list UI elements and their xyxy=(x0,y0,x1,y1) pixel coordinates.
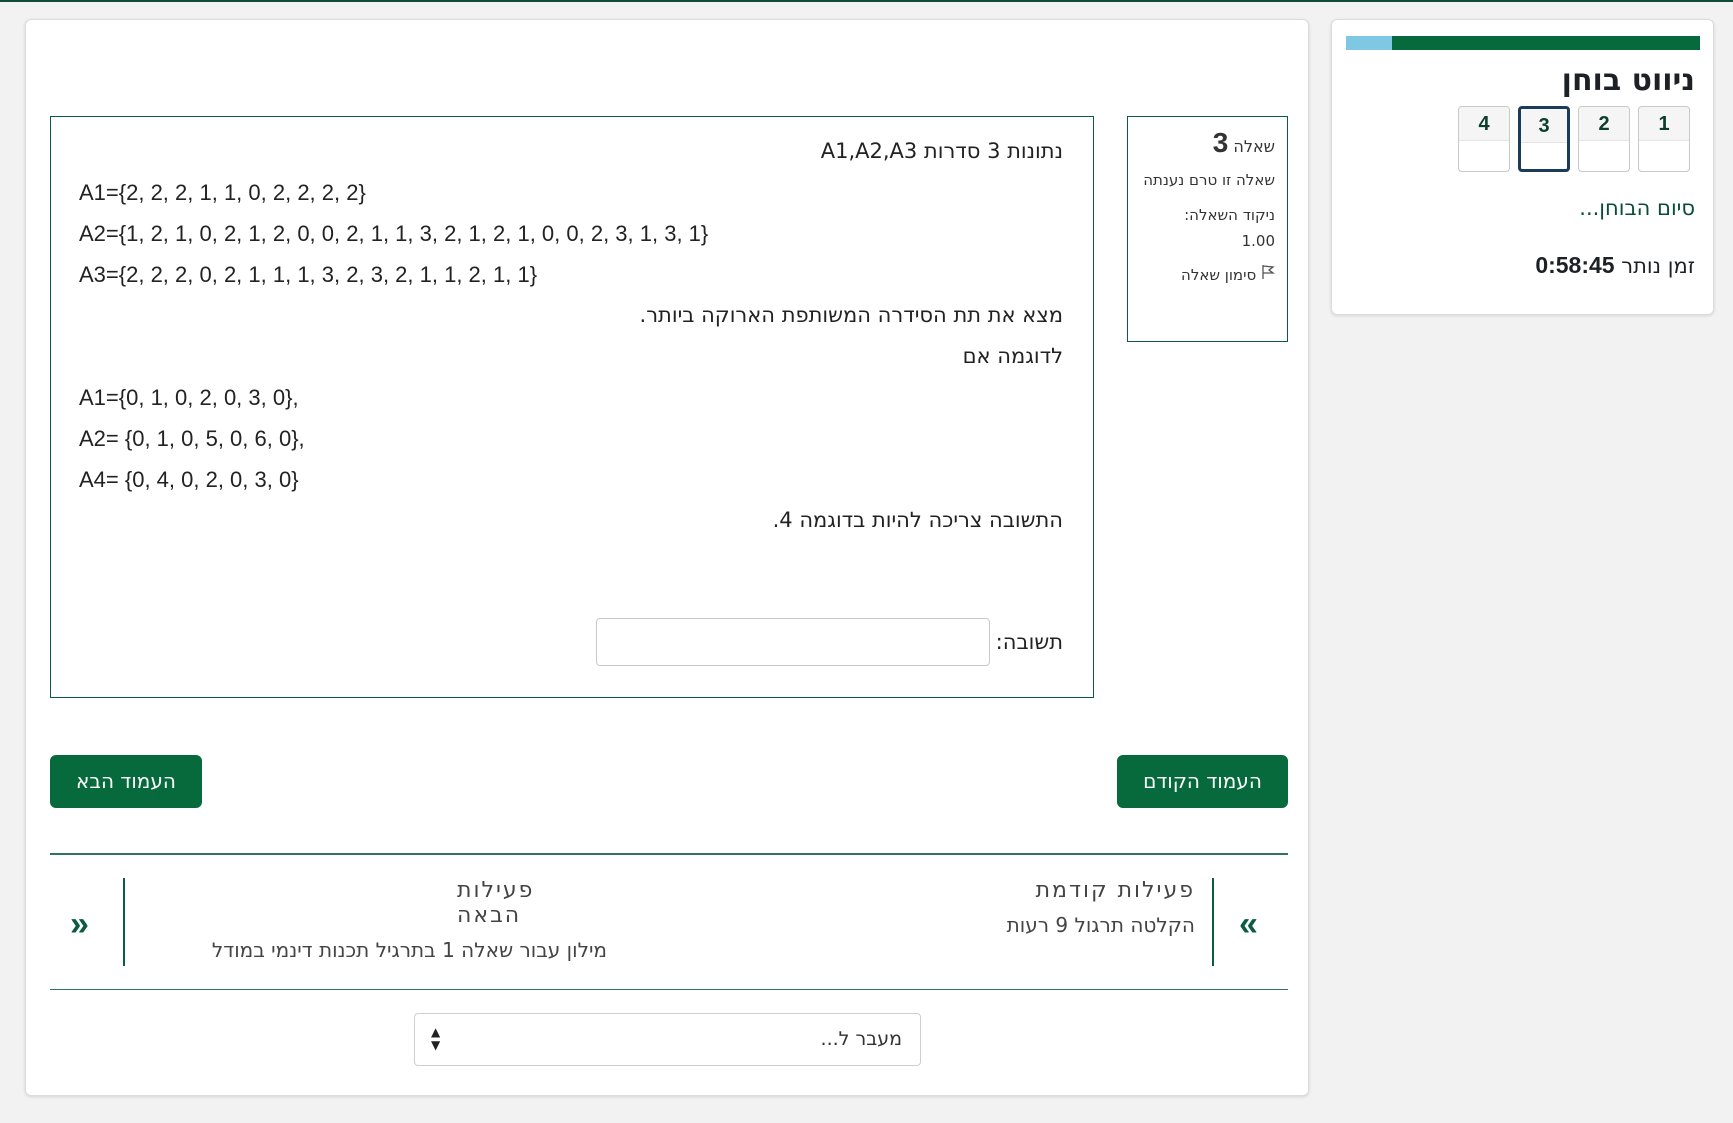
quiz-navigation-title: ניווט בוחן xyxy=(1561,63,1695,98)
flag-question-label: סימון שאלה xyxy=(1181,266,1257,284)
question-task: מצא את תת הסידרה המשותפת הארוקה ביותר. xyxy=(639,303,1063,327)
jump-to-label: מעבר ל... xyxy=(820,1028,902,1050)
question-content-box: נתונות 3 סדרות A1,A2,A3 A1={2, 2, 2, 1, … xyxy=(50,116,1094,698)
question-number-value: 3 xyxy=(1212,127,1229,158)
flag-icon xyxy=(1256,265,1275,284)
sequence-a1: A1={2, 2, 2, 1, 1, 0, 2, 2, 2, 2} xyxy=(79,180,366,205)
top-accent-line xyxy=(0,0,1733,2)
quiz-navigation-block: ניווט בוחן 1 2 3 4 סיום הבוחן... זמן נות… xyxy=(1331,19,1714,315)
select-arrows-icon: ▲ ▼ xyxy=(431,1025,441,1052)
example-answer: התשובה צריכה להיות בדוגמה 4. xyxy=(772,508,1063,532)
time-left: זמן נותר 0:58:45 xyxy=(1535,252,1695,279)
example-sequence-2: A2= {0, 1, 0, 5, 0, 6, 0}, xyxy=(79,426,305,451)
question-number: שאלה 3 xyxy=(1140,127,1275,159)
next-activity-name: מילון עבור שאלה 1 בתרגיל תכנות דינמי במו… xyxy=(211,938,607,962)
next-activity-link[interactable]: פעילות הבאה מילון עבור שאלה 1 בתרגיל תכנ… xyxy=(137,878,607,962)
question-nav-number: 4 xyxy=(1459,107,1509,141)
example-sequence-1: A1={0, 1, 0, 2, 0, 3, 0}, xyxy=(79,385,299,410)
question-nav-button-2[interactable]: 2 xyxy=(1578,106,1630,172)
main-content-card: שאלה 3 שאלה זו טרם נענתה ניקוד השאלה: 1.… xyxy=(25,19,1309,1096)
question-grade-value: 1.00 xyxy=(1241,232,1275,250)
example-intro: לדוגמה אם xyxy=(962,344,1063,368)
next-activity-title: פעילות הבאה xyxy=(457,878,535,928)
question-grade-label: ניקוד השאלה: xyxy=(1184,206,1275,224)
previous-activity-link[interactable]: פעילות קודמת הקלטה תרגול 9 רעות xyxy=(1007,878,1195,937)
question-grade: ניקוד השאלה: 1.00 xyxy=(1140,202,1275,254)
question-info-box: שאלה 3 שאלה זו טרם נענתה ניקוד השאלה: 1.… xyxy=(1127,116,1288,342)
question-label: שאלה xyxy=(1233,137,1275,156)
previous-page-button[interactable]: העמוד הקודם xyxy=(1117,755,1288,808)
question-nav-button-3[interactable]: 3 xyxy=(1518,106,1570,172)
previous-activity-title: פעילות קודמת xyxy=(1035,878,1195,903)
time-left-value: 0:58:45 xyxy=(1535,252,1615,278)
finish-attempt-link[interactable]: סיום הבוחן... xyxy=(1579,196,1695,220)
timer-progress-fill xyxy=(1392,36,1700,50)
question-state: שאלה זו טרם נענתה xyxy=(1143,171,1275,189)
time-left-label: זמן נותר xyxy=(1621,254,1695,278)
sequence-a2: A2={1, 2, 1, 0, 2, 1, 2, 0, 0, 2, 1, 1, … xyxy=(79,221,709,246)
question-nav-button-4[interactable]: 4 xyxy=(1458,106,1510,172)
next-page-button[interactable]: העמוד הבא xyxy=(50,755,202,808)
question-intro: נתונות 3 סדרות A1,A2,A3 xyxy=(820,139,1063,163)
previous-activity-divider xyxy=(1212,878,1214,966)
sequence-a3: A3={2, 2, 2, 0, 2, 1, 1, 1, 3, 2, 3, 2, … xyxy=(79,262,538,287)
next-activity-divider xyxy=(123,878,125,966)
answer-input[interactable] xyxy=(596,618,990,666)
question-nav-number: 3 xyxy=(1521,109,1567,143)
previous-activity-chevron-icon[interactable]: « xyxy=(1239,905,1258,944)
question-nav-button-1[interactable]: 1 xyxy=(1638,106,1690,172)
next-activity-chevron-icon[interactable]: » xyxy=(70,905,89,944)
flag-question-button[interactable]: סימון שאלה xyxy=(1140,262,1275,288)
answer-label: תשובה: xyxy=(995,630,1063,654)
example-sequence-3: A4= {0, 4, 0, 2, 0, 3, 0} xyxy=(79,467,299,492)
activity-nav-bottom-divider xyxy=(50,989,1288,990)
jump-to-select[interactable]: מעבר ל... ▲ ▼ xyxy=(414,1013,921,1066)
question-nav-number: 2 xyxy=(1579,107,1629,141)
question-nav-number: 1 xyxy=(1639,107,1689,141)
activity-nav-top-divider xyxy=(50,853,1288,855)
timer-progress-bar xyxy=(1346,36,1700,50)
previous-activity-name: הקלטה תרגול 9 רעות xyxy=(1006,913,1195,937)
